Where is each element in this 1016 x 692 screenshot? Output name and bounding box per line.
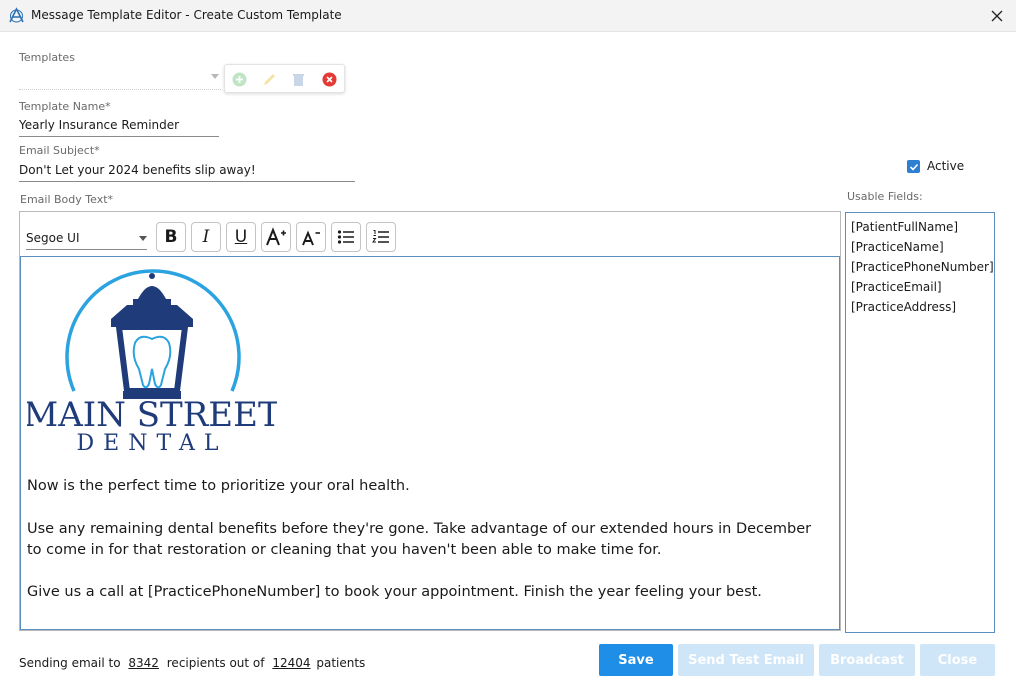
close-circle-icon [322,72,336,86]
template-name-underline [19,136,219,137]
save-button[interactable]: Save [599,644,673,676]
numbered-list-button[interactable] [366,222,396,252]
chevron-down-icon [211,74,219,79]
recipient-summary: Sending email to 8342 recipients out of … [19,656,365,670]
bold-button[interactable]: B [156,222,186,252]
checkmark-icon [909,163,918,171]
window-close-button[interactable] [986,5,1008,27]
email-subject-label: Email Subject* [19,144,100,157]
email-subject-input[interactable]: Don't Let your 2024 benefits slip away! [19,163,256,177]
font-increase-icon [266,227,286,246]
email-body-text-area[interactable]: MAIN STREET DENTAL Now is the perfect ti… [20,256,840,630]
font-family-dropdown[interactable]: Segoe UI [26,228,147,250]
bulleted-list-button[interactable] [331,222,361,252]
add-template-button[interactable] [231,71,247,87]
decrease-font-button[interactable] [296,222,326,252]
bold-icon: B [164,227,178,247]
delete-template-button[interactable] [290,71,306,87]
pencil-icon [263,73,275,85]
list-item[interactable]: [PracticePhoneNumber] [851,257,994,277]
recipient-summary-middle: recipients out of [166,656,265,670]
patient-total-count[interactable]: 12404 [272,656,310,670]
logo-text-main-street: MAIN STREET [27,395,277,435]
templates-dropdown[interactable] [19,68,221,90]
trash-icon [292,73,304,86]
close-icon [991,10,1003,22]
italic-button[interactable]: I [191,222,221,252]
close-button[interactable]: Close [920,644,995,676]
window-title: Message Template Editor - Create Custom … [31,8,342,22]
numbered-list-icon [372,230,389,243]
font-family-value: Segoe UI [26,231,80,245]
broadcast-button[interactable]: Broadcast [819,644,915,676]
templates-label: Templates [19,51,75,64]
email-body-editor: Segoe UI B I U MAIN STREET DENTAL Now is… [19,211,841,631]
list-item[interactable]: [PracticeName] [851,237,994,257]
chevron-down-icon [139,236,147,241]
active-label: Active [927,159,965,173]
cancel-template-button[interactable] [321,71,337,87]
font-decrease-icon [302,230,320,246]
send-test-email-button[interactable]: Send Test Email [678,644,814,676]
italic-icon: I [202,227,210,247]
template-name-label: Template Name* [19,100,111,113]
body-paragraph: Now is the perfect time to prioritize yo… [27,478,410,494]
increase-font-button[interactable] [261,222,291,252]
logo-text-dental: DENTAL [77,431,228,453]
underline-icon: U [234,227,248,247]
usable-fields-label: Usable Fields: [847,190,923,203]
list-item[interactable]: [PracticeAddress] [851,297,994,317]
usable-fields-list: [PatientFullName] [PracticeName] [Practi… [845,212,995,633]
body-paragraph: Give us a call at [PracticePhoneNumber] … [27,584,762,600]
edit-template-button[interactable] [261,71,277,87]
app-logo-icon [9,7,24,23]
list-item[interactable]: [PatientFullName] [851,217,994,237]
template-actions-toolbar [224,64,345,93]
underline-button[interactable]: U [226,222,256,252]
email-subject-underline [19,181,355,182]
recipient-summary-suffix: patients [316,656,366,670]
template-name-input[interactable]: Yearly Insurance Reminder [19,118,179,132]
email-body-label: Email Body Text* [20,193,114,206]
body-paragraph: Use any remaining dental benefits before… [27,521,812,558]
active-checkbox[interactable] [907,160,920,173]
main-street-dental-logo: MAIN STREET DENTAL [27,269,277,453]
recipient-summary-prefix: Sending email to [19,656,121,670]
title-bar: Message Template Editor - Create Custom … [0,0,1016,32]
bullet-list-icon [337,230,354,244]
recipient-count[interactable]: 8342 [128,656,159,670]
list-item[interactable]: [PracticeEmail] [851,277,994,297]
add-icon [232,72,246,86]
